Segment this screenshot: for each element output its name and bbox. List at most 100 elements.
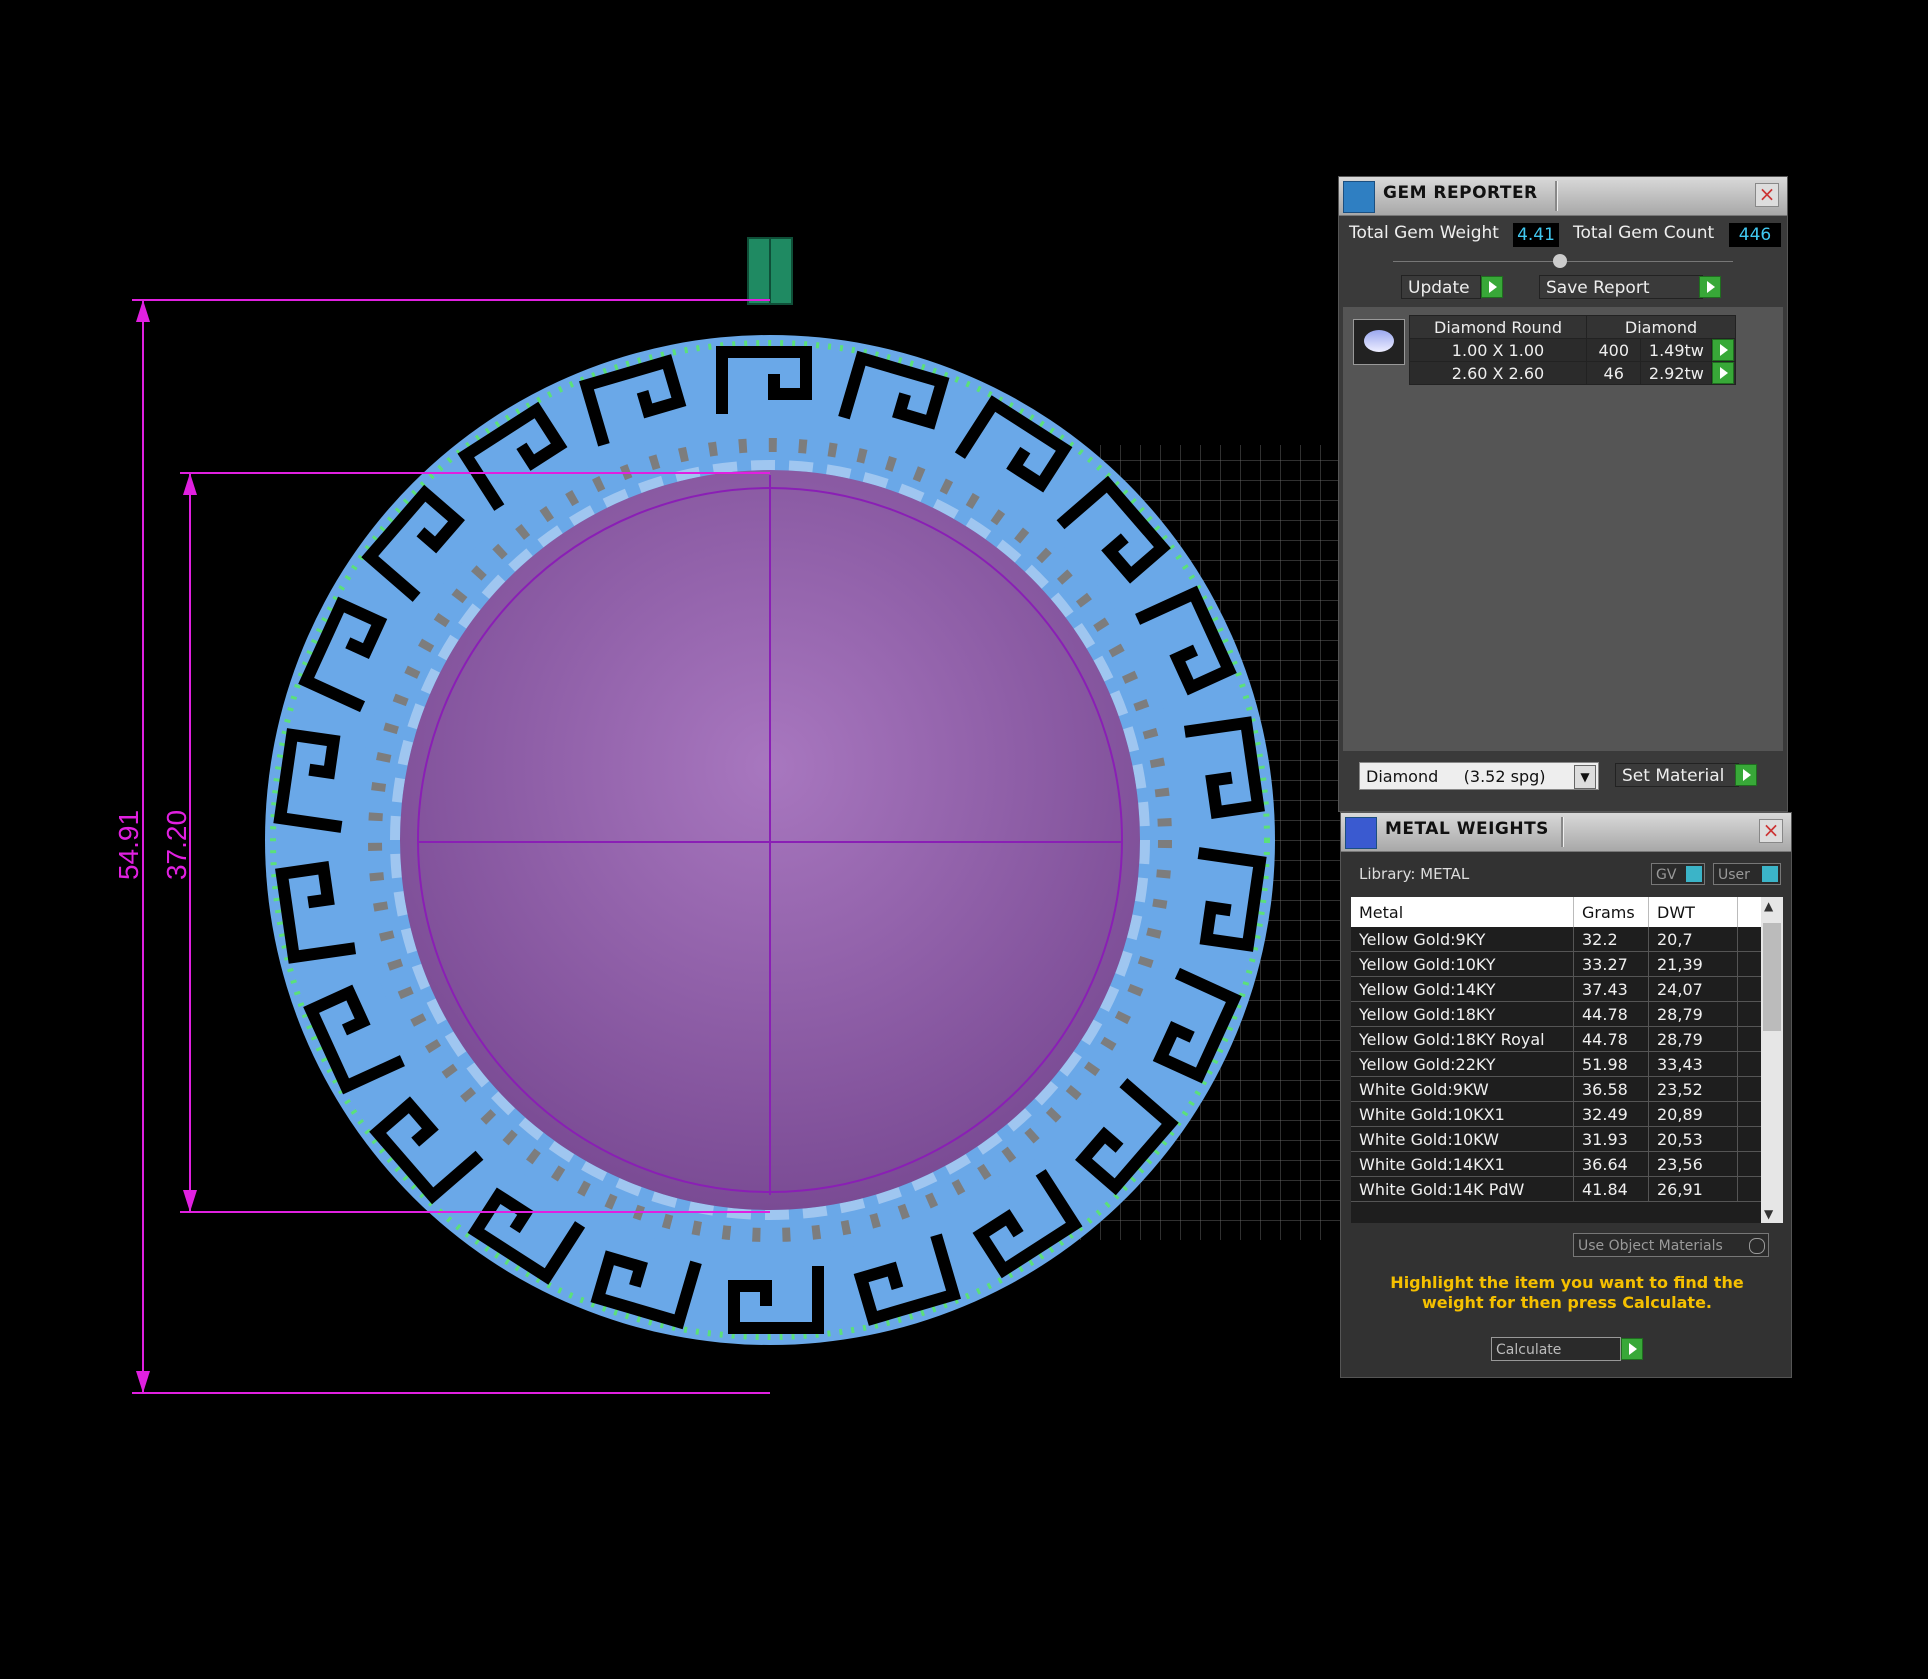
material-select[interactable]: Diamond (3.52 spg) ▼ — [1359, 762, 1599, 790]
gv-label: GV — [1656, 867, 1677, 883]
user-label: User — [1718, 867, 1750, 883]
save-report-go-icon[interactable] — [1699, 276, 1721, 298]
material-select-value: Diamond (3.52 spg) — [1366, 767, 1546, 786]
calculate-button[interactable]: Calculate — [1491, 1337, 1621, 1361]
gem-count: 46 — [1585, 361, 1642, 385]
metal-cell-metal: White Gold:14KX1 — [1351, 1151, 1574, 1177]
close-icon[interactable]: × — [1755, 183, 1779, 207]
metal-cell-metal: Yellow Gold:10KY — [1351, 951, 1574, 977]
gem-reporter-icon — [1343, 181, 1375, 213]
metal-cell-grams: 32.2 — [1573, 927, 1649, 952]
gem-reporter-titlebar[interactable]: GEM REPORTER × — [1339, 177, 1787, 216]
close-icon[interactable]: × — [1759, 819, 1783, 843]
total-gem-count-value: 446 — [1729, 223, 1781, 247]
gem-row-go-icon[interactable] — [1712, 339, 1735, 361]
metal-cell-grams: 51.98 — [1573, 1051, 1649, 1077]
slider-handle[interactable] — [1553, 254, 1567, 268]
gem-reporter-title: GEM REPORTER — [1383, 183, 1538, 203]
gem-reporter-panel: GEM REPORTER × Total Gem Weight 4.41 Tot… — [1338, 176, 1788, 812]
metal-table-container: Metal Grams DWT Yellow Gold:9KY 32.2 20,7 Y… — [1351, 897, 1783, 1223]
metal-cell-dwt: 28,79 — [1648, 1026, 1738, 1052]
save-report-label: Save Report — [1546, 278, 1650, 298]
gem-header-material: Diamond — [1586, 315, 1736, 339]
table-row[interactable]: White Gold:14KX1 36.64 23,56 — [1351, 1151, 1763, 1177]
metal-cell-metal: Yellow Gold:9KY — [1351, 927, 1574, 952]
total-gem-count-label: Total Gem Count — [1573, 223, 1715, 243]
metal-cell-grams: 31.93 — [1573, 1126, 1649, 1152]
metal-weights-panel: METAL WEIGHTS × Library: METAL GV User M… — [1340, 812, 1792, 1378]
set-material-go-icon[interactable] — [1735, 764, 1757, 786]
metal-cell-metal: White Gold:14K PdW — [1351, 1176, 1574, 1202]
metal-cell-dwt: 23,56 — [1648, 1151, 1738, 1177]
gem-row-go-icon[interactable] — [1712, 362, 1735, 384]
metal-cell-metal: White Gold:10KX1 — [1351, 1101, 1574, 1127]
calculate-go-icon[interactable] — [1621, 1338, 1643, 1360]
total-gem-weight-value: 4.41 — [1513, 223, 1559, 247]
gem-list-area: Diamond Round Diamond 1.00 X 1.00 400 1.49t… — [1343, 307, 1783, 751]
table-row[interactable]: White Gold:10KW 31.93 20,53 — [1351, 1126, 1763, 1152]
user-toggle[interactable]: User — [1713, 863, 1781, 885]
gem-count: 400 — [1585, 338, 1642, 362]
table-row[interactable]: Yellow Gold:10KY 33.27 21,39 — [1351, 951, 1763, 977]
save-report-button[interactable]: Save Report — [1539, 275, 1703, 299]
gem-row[interactable]: 1.00 X 1.00 400 1.49tw — [1409, 338, 1736, 362]
metal-weights-titlebar[interactable]: METAL WEIGHTS × — [1341, 813, 1791, 852]
metal-cell-dwt: 28,79 — [1648, 1001, 1738, 1027]
metal-cell-grams: 41.84 — [1573, 1176, 1649, 1202]
table-row[interactable]: Yellow Gold:14KY 37.43 24,07 — [1351, 976, 1763, 1002]
gem-header-shape: Diamond Round — [1409, 315, 1587, 339]
scrollbar[interactable]: ▲ ▼ — [1761, 897, 1783, 1223]
outer-dimension-label: 54.91 — [113, 810, 144, 880]
metal-cell-metal: Yellow Gold:18KY Royal — [1351, 1026, 1574, 1052]
update-button[interactable]: Update — [1401, 275, 1481, 299]
metal-weights-icon — [1345, 817, 1377, 849]
update-go-icon[interactable] — [1481, 276, 1503, 298]
metal-cell-dwt: 33,43 — [1648, 1051, 1738, 1077]
col-grams[interactable]: Grams — [1573, 897, 1649, 927]
metal-cell-dwt: 26,91 — [1648, 1176, 1738, 1202]
update-button-label: Update — [1408, 278, 1470, 298]
metal-cell-grams: 32.49 — [1573, 1101, 1649, 1127]
table-row[interactable]: Yellow Gold:22KY 51.98 33,43 — [1351, 1051, 1763, 1077]
metal-cell-metal: Yellow Gold:18KY — [1351, 1001, 1574, 1027]
metal-cell-metal: White Gold:9KW — [1351, 1076, 1574, 1102]
set-material-button[interactable]: Set Material — [1615, 763, 1739, 787]
col-metal[interactable]: Metal — [1351, 897, 1574, 927]
metal-cell-grams: 36.58 — [1573, 1076, 1649, 1102]
set-material-label: Set Material — [1622, 766, 1725, 786]
gem-size: 1.00 X 1.00 — [1409, 338, 1587, 362]
gv-toggle[interactable]: GV — [1651, 863, 1705, 885]
metal-weights-title: METAL WEIGHTS — [1385, 819, 1549, 839]
metal-cell-dwt: 21,39 — [1648, 951, 1738, 977]
gem-row[interactable]: 2.60 X 2.60 46 2.92tw — [1409, 361, 1736, 385]
metal-cell-grams: 44.78 — [1573, 1026, 1649, 1052]
table-row[interactable]: Yellow Gold:9KY 32.2 20,7 — [1351, 927, 1763, 952]
metal-table: Metal Grams DWT Yellow Gold:9KY 32.2 20,7 Y… — [1351, 897, 1763, 1202]
table-row[interactable]: White Gold:9KW 36.58 23,52 — [1351, 1076, 1763, 1102]
library-label: Library: METAL — [1359, 865, 1470, 883]
gem-tw: 2.92tw — [1640, 361, 1713, 385]
gem-table: Diamond Round Diamond 1.00 X 1.00 400 1.49t… — [1409, 315, 1736, 385]
scrollbar-thumb[interactable] — [1763, 923, 1781, 1031]
table-row[interactable]: Yellow Gold:18KY Royal 44.78 28,79 — [1351, 1026, 1763, 1052]
metal-cell-metal: Yellow Gold:14KY — [1351, 976, 1574, 1002]
metal-cell-dwt: 20,89 — [1648, 1101, 1738, 1127]
chevron-down-icon[interactable]: ▼ — [1574, 765, 1596, 789]
table-row[interactable]: White Gold:10KX1 32.49 20,89 — [1351, 1101, 1763, 1127]
metal-cell-grams: 37.43 — [1573, 976, 1649, 1002]
metal-cell-grams: 36.64 — [1573, 1151, 1649, 1177]
total-gem-weight-label: Total Gem Weight — [1349, 223, 1499, 243]
use-object-materials-toggle[interactable]: Use Object Materials — [1573, 1233, 1769, 1257]
metal-cell-dwt: 20,53 — [1648, 1126, 1738, 1152]
metal-cell-grams: 44.78 — [1573, 1001, 1649, 1027]
table-row[interactable]: White Gold:14K PdW 41.84 26,91 — [1351, 1176, 1763, 1202]
gem-size: 2.60 X 2.60 — [1409, 361, 1587, 385]
col-dwt[interactable]: DWT — [1648, 897, 1738, 927]
calculate-hint: Highlight the item you want to find the … — [1390, 1273, 1744, 1312]
chevron-down-icon[interactable]: ▼ — [1764, 1207, 1773, 1221]
gem-tw: 1.49tw — [1640, 338, 1713, 362]
calculate-label: Calculate — [1496, 1342, 1562, 1358]
table-row[interactable]: Yellow Gold:18KY 44.78 28,79 — [1351, 1001, 1763, 1027]
chevron-up-icon[interactable]: ▲ — [1764, 899, 1773, 913]
metal-cell-metal: White Gold:10KW — [1351, 1126, 1574, 1152]
